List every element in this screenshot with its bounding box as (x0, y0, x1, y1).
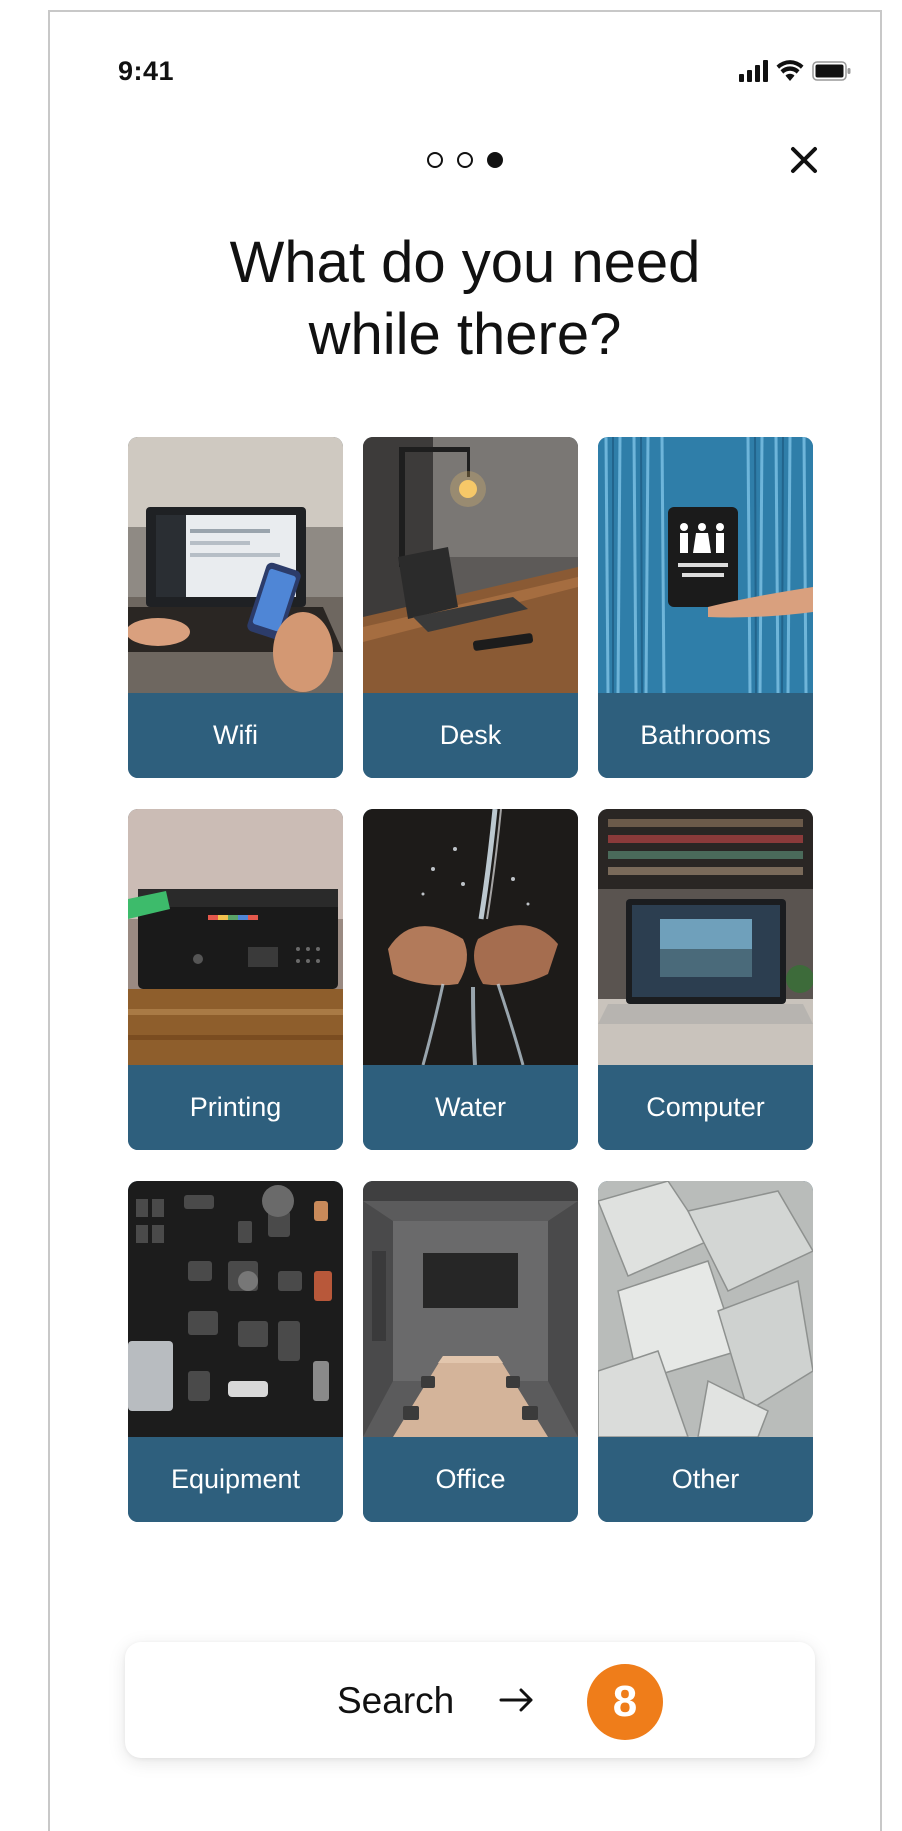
conference-room-photo (363, 1181, 578, 1437)
arrow-right-icon (497, 1684, 537, 1716)
tile-label: Office (363, 1437, 578, 1522)
status-time: 9:41 (118, 56, 175, 86)
printer-photo (128, 809, 343, 1065)
search-button-label: Search (337, 1680, 455, 1721)
tile-label: Desk (363, 693, 578, 778)
amenity-tile-equipment[interactable]: Equipment (128, 1181, 343, 1522)
title-line-1: What do you need (229, 230, 701, 295)
tile-label: Computer (598, 1065, 813, 1150)
page-dot-1 (427, 152, 443, 168)
amenity-tile-bathrooms[interactable]: Bathrooms (598, 437, 813, 778)
paper-sheets-photo (598, 1181, 813, 1437)
tile-label: Wifi (128, 693, 343, 778)
page-title: What do you need while there? (50, 227, 880, 371)
amenity-tile-desk[interactable]: Desk (363, 437, 578, 778)
amenity-tile-wifi[interactable]: Wifi (128, 437, 343, 778)
restroom-sign-photo (598, 437, 813, 693)
laptop-phone-photo (128, 437, 343, 693)
tile-label: Bathrooms (598, 693, 813, 778)
status-icons (739, 56, 852, 82)
page-dot-3-active (487, 152, 503, 168)
amenity-tile-water[interactable]: Water (363, 809, 578, 1150)
title-line-2: while there? (308, 302, 622, 367)
tile-label: Water (363, 1065, 578, 1150)
wifi-icon (776, 60, 804, 82)
search-button[interactable]: Search 8 (125, 1642, 815, 1758)
tile-label: Other (598, 1437, 813, 1522)
amenity-grid: Wifi Desk Bathrooms Printing Water Compu… (128, 437, 813, 1522)
close-icon[interactable] (784, 140, 824, 180)
battery-icon (812, 60, 852, 82)
phone-screen: 9:41 What do you need while there? Wifi … (48, 10, 882, 1831)
step-badge: 8 (587, 1664, 663, 1740)
desk-lamp-photo (363, 437, 578, 693)
page-indicator (50, 152, 880, 168)
gear-flatlay-photo (128, 1181, 343, 1437)
amenity-tile-other[interactable]: Other (598, 1181, 813, 1522)
cellular-signal-icon (739, 60, 768, 82)
page-dot-2 (457, 152, 473, 168)
amenity-tile-office[interactable]: Office (363, 1181, 578, 1522)
laptop-desk-photo (598, 809, 813, 1065)
tile-label: Equipment (128, 1437, 343, 1522)
amenity-tile-computer[interactable]: Computer (598, 809, 813, 1150)
amenity-tile-printing[interactable]: Printing (128, 809, 343, 1150)
hands-water-photo (363, 809, 578, 1065)
status-bar: 9:41 (50, 12, 880, 122)
tile-label: Printing (128, 1065, 343, 1150)
